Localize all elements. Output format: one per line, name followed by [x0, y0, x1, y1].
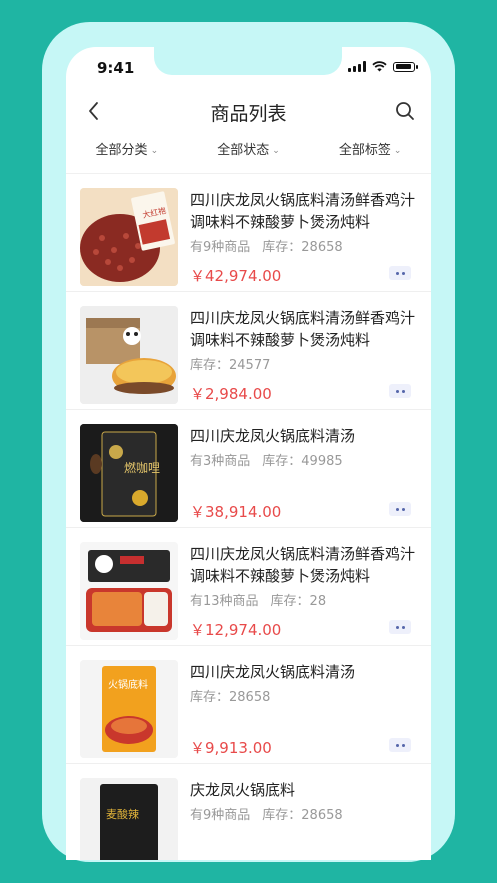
product-item[interactable]: 火锅底料 四川庆龙凤火锅底料清汤 库存：28658 ￥9,913.00	[66, 646, 431, 764]
filter-bar: 全部分类 ⌄ 全部状态 ⌄ 全部标签 ⌄	[66, 139, 431, 169]
product-price: ￥42,974.00	[190, 267, 282, 285]
product-item[interactable]: 四川庆龙凤火锅底料清汤鲜香鸡汁调味料不辣酸萝卜煲汤炖料 有13种商品 库存：28 …	[66, 528, 431, 646]
product-item[interactable]: 四川庆龙凤火锅底料清汤鲜香鸡汁调味料不辣酸萝卜煲汤炖料 库存：24577 ￥2,…	[66, 292, 431, 410]
product-item[interactable]: 燃咖哩 四川庆龙凤火锅底料清汤 有3种商品 库存：49985 ￥38,914.00	[66, 410, 431, 528]
product-price: ￥9,913.00	[190, 739, 272, 757]
svg-text:麦酸辣: 麦酸辣	[106, 807, 139, 821]
variant-count: 有9种商品	[190, 808, 251, 823]
app-screen: 9:41 商品列表 全部分类 ⌄ 全部状态 ⌄ 全部标签 ⌄ 大红袍 四川庆龙凤…	[66, 47, 431, 860]
stock-count: 库存：24577	[190, 358, 271, 373]
search-icon[interactable]	[393, 99, 417, 123]
product-meta: 库存：24577	[190, 354, 270, 373]
product-image: 燃咖哩	[80, 424, 178, 522]
status-time: 9:41	[97, 59, 135, 77]
product-price: ￥38,914.00	[190, 503, 282, 521]
product-meta: 有9种商品 库存：28658	[190, 804, 343, 823]
more-options-button[interactable]	[389, 620, 411, 634]
product-meta: 有9种商品 库存：28658	[190, 236, 343, 255]
filter-tag[interactable]: 全部标签 ⌄	[309, 139, 431, 169]
cellular-signal-icon	[348, 61, 366, 72]
product-image: 麦酸辣	[80, 778, 178, 860]
product-price: ￥2,984.00	[190, 385, 272, 403]
product-price: ￥12,974.00	[190, 621, 282, 639]
product-meta: 有3种商品 库存：49985	[190, 450, 343, 469]
product-name: 四川庆龙凤火锅底料清汤	[190, 427, 356, 445]
product-list: 大红袍 四川庆龙凤火锅底料清汤鲜香鸡汁调味料不辣酸萝卜煲汤炖料 有9种商品 库存：…	[66, 174, 431, 860]
stock-count: 库存：49985	[262, 454, 343, 469]
chevron-down-icon: ⌄	[272, 146, 280, 156]
stock-count: 库存：28658	[262, 808, 343, 823]
product-name: 四川庆龙凤火锅底料清汤	[190, 663, 356, 681]
page-title: 商品列表	[210, 103, 287, 125]
wifi-icon	[372, 61, 387, 72]
product-name: 四川庆龙凤火锅底料清汤鲜香鸡汁调味料不辣酸萝卜煲汤炖料	[190, 191, 416, 231]
variant-count: 有9种商品	[190, 240, 251, 255]
product-meta: 库存：28658	[190, 686, 270, 705]
chevron-down-icon: ⌄	[150, 146, 159, 156]
product-name: 庆龙凤火锅底料	[190, 781, 296, 799]
svg-text:火锅底料: 火锅底料	[108, 678, 148, 691]
product-image	[80, 542, 178, 640]
product-name: 四川庆龙凤火锅底料清汤鲜香鸡汁调味料不辣酸萝卜煲汤炖料	[190, 545, 416, 585]
product-image	[80, 306, 178, 404]
filter-status[interactable]: 全部状态 ⌄	[188, 139, 310, 169]
svg-text:燃咖哩: 燃咖哩	[124, 460, 160, 475]
product-meta: 有13种商品 库存：28	[190, 590, 326, 609]
stock-count: 库存：28658	[190, 690, 271, 705]
more-options-button[interactable]	[389, 384, 411, 398]
product-image: 大红袍	[80, 188, 178, 286]
product-item[interactable]: 大红袍 四川庆龙凤火锅底料清汤鲜香鸡汁调味料不辣酸萝卜煲汤炖料 有9种商品 库存：…	[66, 174, 431, 292]
product-image: 火锅底料	[80, 660, 178, 758]
variant-count: 有13种商品	[190, 594, 259, 609]
chevron-down-icon: ⌄	[393, 146, 402, 156]
stock-count: 库存：28658	[262, 240, 343, 255]
product-name: 四川庆龙凤火锅底料清汤鲜香鸡汁调味料不辣酸萝卜煲汤炖料	[190, 309, 416, 349]
stock-count: 库存：28	[270, 594, 327, 609]
status-icons	[348, 61, 418, 72]
nav-bar: 商品列表	[66, 93, 431, 129]
more-options-button[interactable]	[389, 266, 411, 280]
battery-icon	[393, 61, 418, 72]
variant-count: 有3种商品	[190, 454, 251, 469]
more-options-button[interactable]	[389, 502, 411, 516]
product-item[interactable]: 麦酸辣 庆龙凤火锅底料 有9种商品 库存：28658	[66, 764, 431, 860]
device-notch	[154, 47, 342, 75]
more-options-button[interactable]	[389, 738, 411, 752]
filter-category[interactable]: 全部分类 ⌄	[66, 139, 188, 169]
